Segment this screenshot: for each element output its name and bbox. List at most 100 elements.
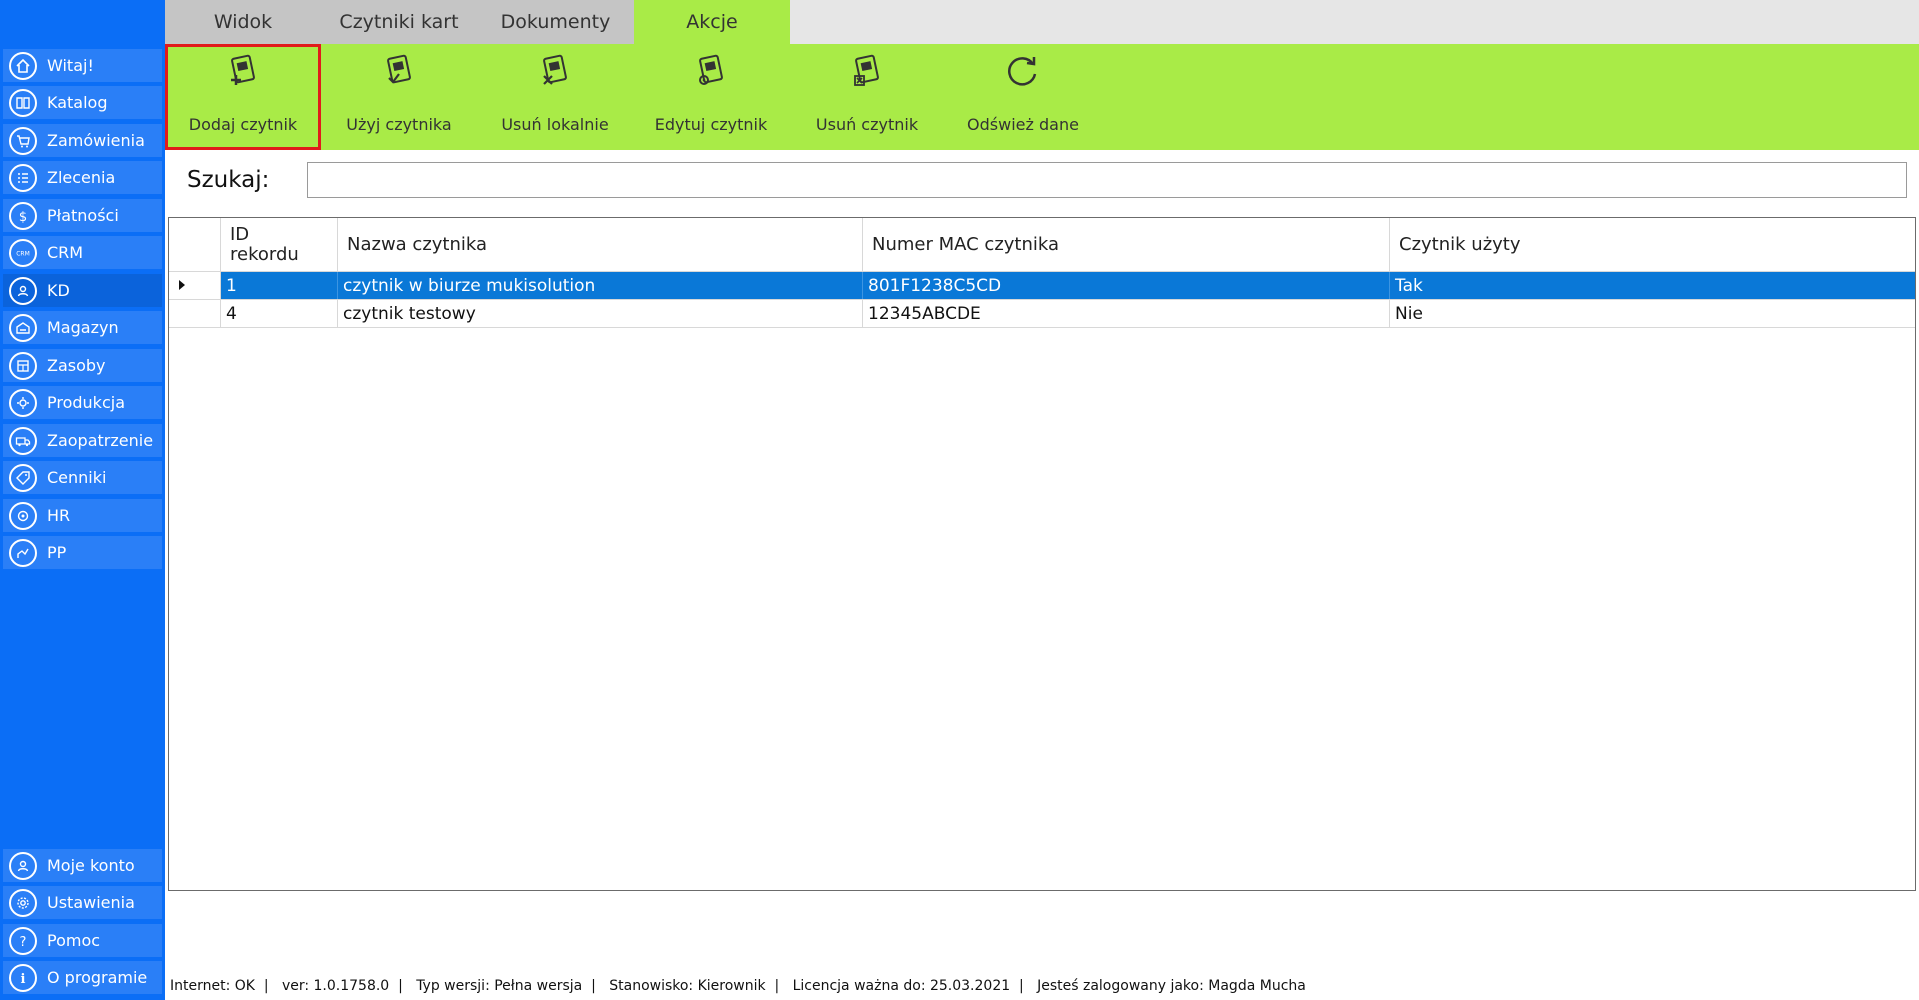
status-internet: Internet: OK [170,978,255,994]
warehouse-icon [9,313,37,342]
sidebar-item-magazyn[interactable]: Magazyn [3,311,162,344]
sidebar-item-ustawienia[interactable]: Ustawienia [3,886,162,919]
column-header-id[interactable]: ID rekordu [221,218,338,271]
table-row[interactable]: 4 czytnik testowy 12345ABCDE Nie [169,300,1915,327]
cell-id[interactable]: 4 [221,300,338,327]
sidebar-item-label: Zaopatrzenie [47,431,154,450]
sidebar-item-label: Magazyn [47,318,119,337]
sidebar-item-label: Ustawienia [47,893,135,912]
cell-used[interactable]: Tak [1390,272,1915,299]
sidebar-item-zlecenia[interactable]: Zlecenia [3,161,162,194]
sidebar-item-label: Zlecenia [47,168,116,187]
delete-reader-icon [854,54,879,86]
sidebar-item-kd[interactable]: KD [3,274,162,307]
sidebar-item-zaopatrzenie[interactable]: Zaopatrzenie [3,424,162,457]
svg-text:CRM: CRM [16,250,30,257]
ribbon-toolbar: Dodaj czytnik Użyj czytnika Usuń lokalni… [165,44,1919,150]
sidebar-item-label: Pomoc [47,931,101,950]
column-header-name[interactable]: Nazwa czytnika [338,218,863,271]
add-reader-button[interactable]: Dodaj czytnik [165,44,321,150]
row-divider [169,327,1915,328]
column-header-used[interactable]: Czytnik użyty [1390,218,1915,271]
tab-dokumenty[interactable]: Dokumenty [477,0,634,44]
sidebar-item-produkcja[interactable]: Produkcja [3,386,162,419]
cell-used[interactable]: Nie [1390,300,1915,327]
status-version: ver: 1.0.1758.0 [281,978,390,994]
search-label: Szukaj: [187,167,270,193]
sidebar-item-label: O programie [47,968,148,987]
row-header[interactable] [169,300,221,327]
cart-icon [9,126,37,155]
sidebar-item-witaj[interactable]: Witaj! [3,49,162,82]
truck-icon [9,426,37,455]
settings-icon [9,888,37,917]
sidebar-item-label: PP [47,543,67,562]
user-badge-icon [9,276,37,305]
tab-czytniki-kart[interactable]: Czytniki kart [321,0,477,44]
remove-local-button[interactable]: Usuń lokalnie [477,44,633,150]
sidebar-item-label: Produkcja [47,393,125,412]
ribbon-button-label: Usuń czytnik [815,115,919,134]
sidebar-item-label: Moje konto [47,856,135,875]
svg-text:$: $ [19,210,27,224]
ribbon-button-label: Użyj czytnika [346,115,452,134]
add-reader-icon [231,54,255,85]
sidebar-item-label: Płatności [47,206,119,225]
delete-reader-button[interactable]: Usuń czytnik [789,44,945,150]
tab-widok[interactable]: Widok [165,0,321,44]
list-icon [9,163,37,192]
sidebar-item-zasoby[interactable]: Zasoby [3,349,162,382]
tab-bar: Widok Czytniki kart Dokumenty Akcje [165,0,1919,44]
row-header-column [169,218,221,271]
sidebar-item-zamowienia[interactable]: Zamówienia [3,124,162,157]
search-input[interactable] [307,162,1907,198]
sidebar-item-cenniki[interactable]: Cenniki [3,461,162,494]
dollar-icon: $ [9,201,37,230]
sidebar-item-label: KD [47,281,70,300]
ribbon-button-label: Dodaj czytnik [188,115,298,134]
readers-table: ID rekordu Nazwa czytnika Numer MAC czyt… [168,217,1916,891]
sidebar-item-pomoc[interactable]: ? Pomoc [3,924,162,957]
sidebar-item-hr[interactable]: HR [3,499,162,532]
sidebar-item-platnosci[interactable]: $ Płatności [3,199,162,232]
status-license: Licencja ważna do: 25.03.2021 [792,978,1011,994]
remove-local-icon [543,54,567,85]
current-row-arrow-icon [179,280,185,290]
use-reader-button[interactable]: Użyj czytnika [321,44,477,150]
cell-id[interactable]: 1 [221,272,338,299]
column-header-mac[interactable]: Numer MAC czytnika [863,218,1390,271]
use-reader-icon [387,54,411,84]
cell-mac[interactable]: 801F1238C5CD [863,272,1390,299]
crm-icon: CRM [9,238,37,267]
refresh-icon [1008,57,1037,86]
row-header[interactable] [169,272,221,299]
ribbon-button-label: Odśwież dane [967,115,1079,134]
sidebar-item-label: Zasoby [47,356,106,375]
sidebar: Witaj! Katalog Zamówienia Zlecenia $ Pła… [0,0,165,1000]
sidebar-item-crm[interactable]: CRM CRM [3,236,162,269]
sidebar-item-pp[interactable]: PP [3,536,162,569]
ribbon-button-label: Usuń lokalnie [501,115,609,134]
refresh-data-button[interactable]: Odśwież dane [945,44,1101,150]
table-row[interactable]: 1 czytnik w biurze mukisolution 801F1238… [169,272,1915,299]
sidebar-item-label: Katalog [47,93,108,112]
edit-reader-button[interactable]: Edytuj czytnik [633,44,789,150]
sidebar-item-label: Zamówienia [47,131,145,150]
sidebar-item-label: Cenniki [47,468,107,487]
status-role: Stanowisko: Kierownik [609,978,766,994]
svg-text:i: i [21,972,26,986]
sidebar-item-katalog[interactable]: Katalog [3,86,162,119]
sidebar-item-o-programie[interactable]: i O programie [3,961,162,994]
pp-icon [9,538,37,567]
sidebar-item-label: CRM [47,243,84,262]
status-bar: Internet: OK | ver: 1.0.1758.0 | Typ wer… [170,978,1306,994]
tab-akcje[interactable]: Akcje [634,0,790,44]
cell-mac[interactable]: 12345ABCDE [863,300,1390,327]
production-icon [9,388,37,417]
hr-icon [9,501,37,530]
info-icon: i [9,963,37,992]
sidebar-item-moje-konto[interactable]: Moje konto [3,849,162,882]
cell-name[interactable]: czytnik testowy [338,300,863,327]
book-icon [9,88,37,117]
cell-name[interactable]: czytnik w biurze mukisolution [338,272,863,299]
